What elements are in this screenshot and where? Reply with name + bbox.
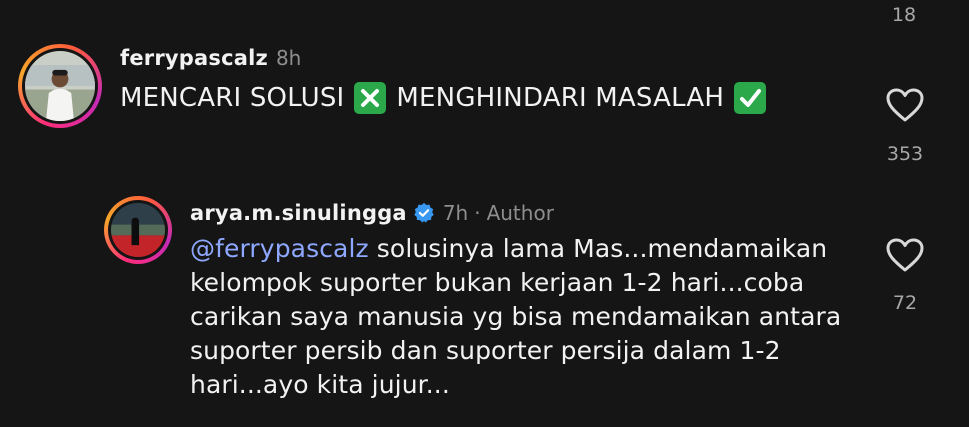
comment1-text: MENCARI SOLUSI MENGHINDARI MASALAH	[120, 82, 776, 114]
cross-mark-emoji-icon	[354, 82, 387, 114]
comment1-username[interactable]: ferrypascalz	[120, 46, 268, 70]
reply-time: 7h	[442, 201, 469, 225]
reply-like-count: 72	[892, 292, 918, 314]
comment1-time: 8h	[275, 46, 302, 70]
comments-screen: 18 ferrypascalz 8h MENCARI SOLUSI MENGHI…	[0, 0, 969, 427]
verified-badge-icon	[413, 202, 435, 224]
comment1-text-part1: MENCARI SOLUSI	[120, 83, 345, 113]
reply-username[interactable]: arya.m.sinulingga	[190, 201, 407, 225]
reply-profile-photo	[111, 203, 165, 257]
avatar-ferrypascalz[interactable]	[18, 44, 102, 128]
top-like-count: 18	[891, 4, 917, 26]
comment1-like-heart-icon[interactable]	[885, 87, 925, 123]
check-mark-emoji-icon	[734, 82, 767, 114]
comment1-meta: ferrypascalz 8h	[120, 46, 301, 70]
reply-text: @ferrypascalz solusinya lama Mas...menda…	[190, 232, 855, 402]
author-label: Author	[486, 201, 554, 225]
meta-separator: ·	[474, 201, 481, 225]
reply-meta: arya.m.sinulingga 7h · Author	[190, 201, 554, 225]
profile-photo-image	[25, 51, 95, 121]
comment1-text-part2: MENGHINDARI MASALAH	[396, 83, 725, 113]
reply-like-heart-icon[interactable]	[885, 237, 925, 273]
reply-profile-photo-image	[111, 203, 165, 257]
comment1-like-count: 353	[886, 143, 924, 165]
avatar-arya-m-sinulingga[interactable]	[104, 196, 172, 264]
profile-photo	[25, 51, 95, 121]
reply-mention-link[interactable]: @ferrypascalz	[190, 234, 369, 263]
